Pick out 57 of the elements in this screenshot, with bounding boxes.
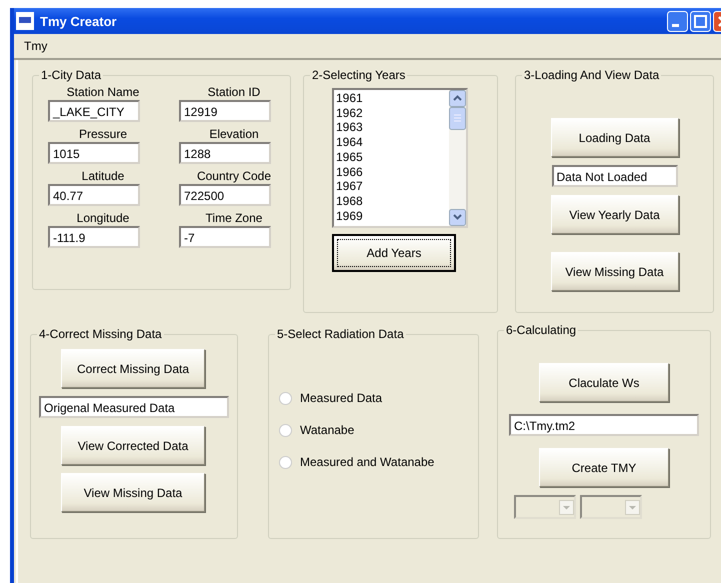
combo-box[interactable]: [514, 495, 576, 519]
combo-box[interactable]: [580, 495, 642, 519]
list-item[interactable]: 1967: [334, 179, 449, 194]
radio-label: Watanabe: [300, 422, 354, 439]
minimize-icon[interactable]: [667, 10, 688, 32]
text-field[interactable]: C:\Tmy.tm2: [509, 414, 699, 436]
maximize-icon[interactable]: [690, 10, 711, 32]
button[interactable]: Correct Missing Data: [61, 349, 205, 388]
radio-button[interactable]: [279, 456, 292, 468]
list-item[interactable]: 1963: [334, 120, 449, 136]
list-item[interactable]: 1969: [334, 208, 449, 224]
text-field[interactable]: Data Not Loaded: [552, 165, 678, 187]
list-item[interactable]: 1968: [334, 194, 449, 209]
text-field[interactable]: 40.77: [48, 184, 140, 206]
list-item[interactable]: 1966: [334, 164, 449, 180]
group-title: 1-City Data: [40, 68, 102, 82]
button[interactable]: Claculate Ws: [539, 363, 669, 402]
button[interactable]: Loading Data: [550, 118, 678, 157]
app-icon: [16, 12, 34, 30]
text-field[interactable]: 12919: [179, 100, 271, 122]
window-title: Tmy Creator: [40, 14, 118, 28]
text-field[interactable]: -7: [179, 226, 271, 248]
text-field[interactable]: 1288: [179, 142, 271, 164]
button[interactable]: Create TMY: [539, 448, 669, 487]
group-title: 4-Correct Missing Data: [38, 327, 163, 341]
list-item[interactable]: 1961: [334, 91, 449, 106]
text-field[interactable]: _LAKE_CITY: [48, 100, 140, 122]
field-label: Longitude: [76, 210, 130, 226]
list-item[interactable]: 1965: [334, 150, 449, 165]
group-title: 3-Loading And View Data: [523, 68, 660, 82]
field-label: Station Name: [66, 84, 140, 100]
radio-label: Measured Data: [300, 390, 382, 407]
text-field[interactable]: Origenal Measured Data: [39, 396, 229, 418]
text-field[interactable]: 722500: [179, 184, 271, 206]
field-label: Pressure: [78, 126, 128, 142]
text-field[interactable]: -111.9: [48, 226, 140, 248]
button[interactable]: View Missing Data: [61, 473, 205, 512]
group-title: 2-Selecting Years: [311, 68, 406, 82]
group-title: 6-Calculating: [505, 323, 578, 337]
menu-item[interactable]: Tmy: [20, 39, 52, 53]
group-title: 5-Select Radiation Data: [276, 327, 405, 341]
radio-button[interactable]: [279, 424, 292, 436]
button[interactable]: View Missing Data: [550, 252, 678, 291]
field-label: Time Zone: [206, 210, 262, 226]
list-item[interactable]: 1964: [334, 135, 449, 150]
field-label: Country Code: [196, 168, 272, 184]
field-label: Station ID: [208, 84, 260, 100]
radio-button[interactable]: [279, 392, 292, 404]
button[interactable]: View Corrected Data: [61, 426, 205, 465]
add-years-button[interactable]: Add Years: [332, 234, 456, 272]
text-field[interactable]: 1015: [48, 142, 140, 164]
field-label: Elevation: [209, 126, 259, 142]
list-item[interactable]: 1962: [334, 106, 449, 120]
radio-label: Measured and Watanabe: [300, 454, 434, 471]
year-list[interactable]: 1961 1962 1963 1964 1965 1966 1967 1968 1969: [332, 88, 468, 228]
button[interactable]: View Yearly Data: [550, 195, 678, 234]
field-label: Latitude: [82, 168, 124, 184]
